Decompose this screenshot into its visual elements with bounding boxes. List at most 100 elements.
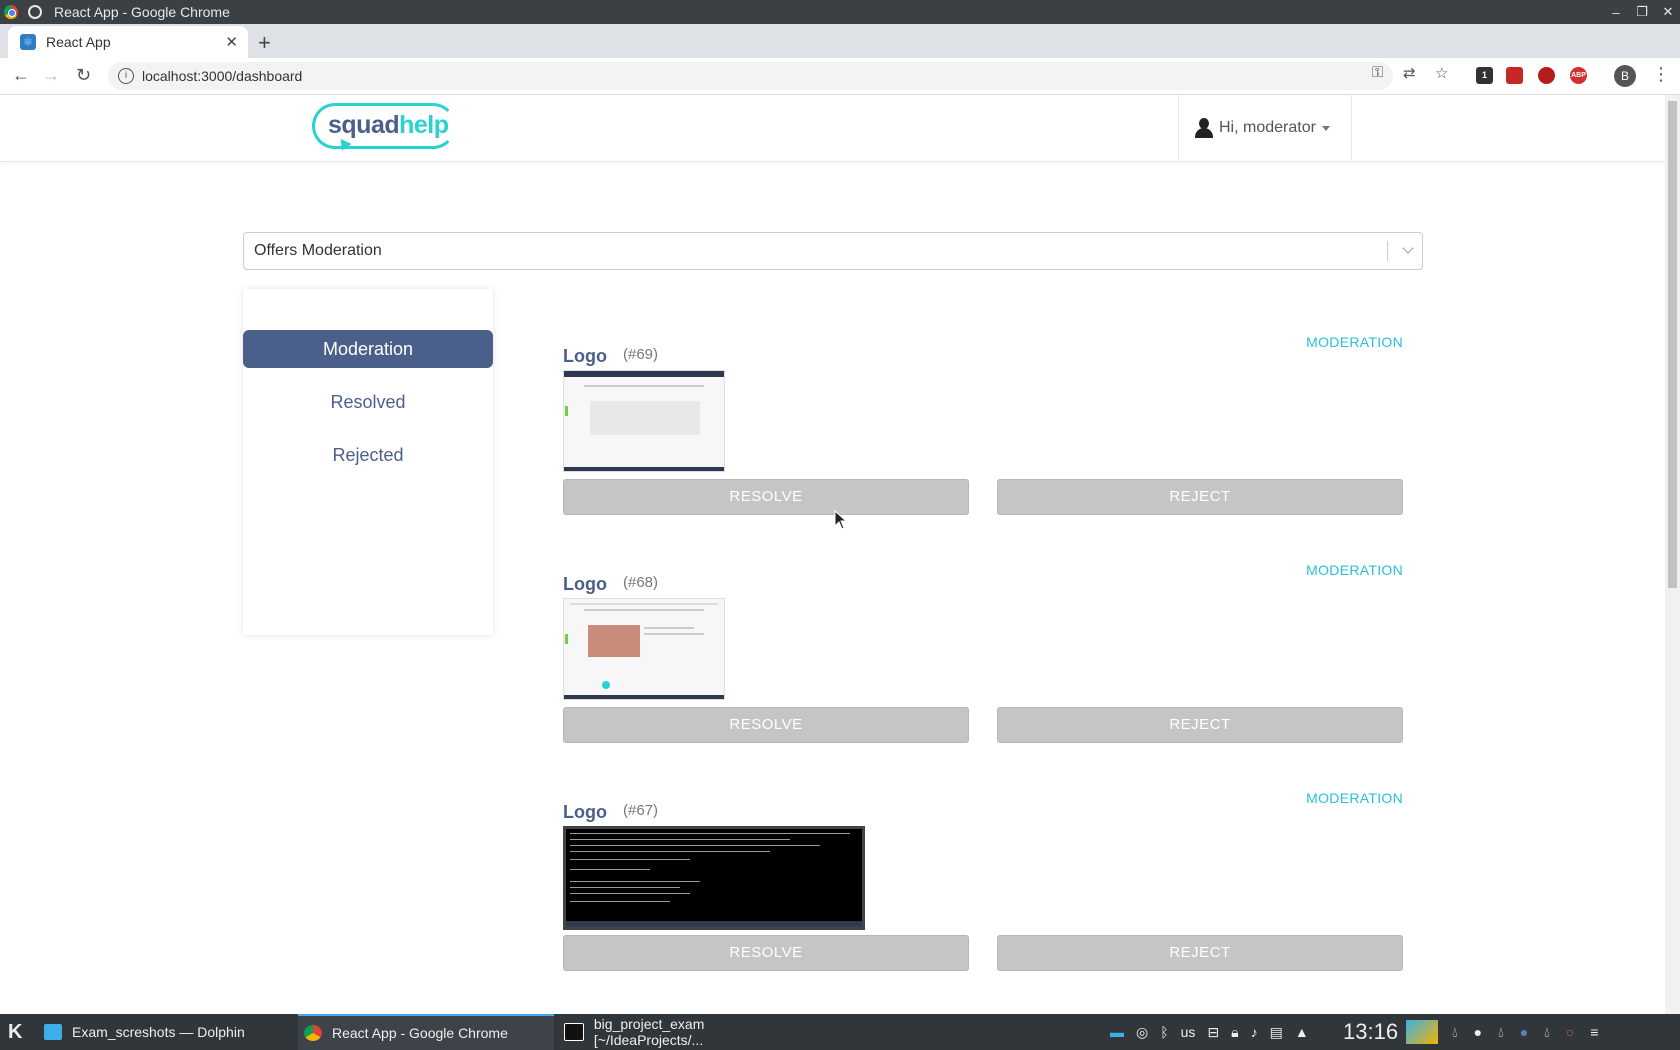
menu-icon[interactable]: ≡ <box>1590 1024 1598 1040</box>
droplet-icon[interactable]: 💧︎ <box>1544 1024 1550 1041</box>
thumb-line <box>644 633 704 635</box>
logo-text: squadhelp <box>328 111 449 140</box>
chrome-menu-icon[interactable]: ⋮ <box>1652 64 1670 85</box>
clock[interactable]: 13:16 <box>1343 1019 1398 1045</box>
droplet-icon[interactable]: 💧︎ <box>1498 1024 1504 1041</box>
sidebar-item-moderation[interactable]: Moderation <box>243 330 493 368</box>
forward-arrow-icon[interactable]: → <box>42 65 60 86</box>
thumb-line <box>584 609 704 611</box>
terminal-line <box>570 869 650 870</box>
bookmark-star-icon[interactable]: ☆ <box>1435 64 1448 82</box>
offer-status: MODERATION <box>1306 334 1403 350</box>
reject-button[interactable]: REJECT <box>997 707 1403 743</box>
thumb-marker <box>565 406 568 416</box>
thumb-header <box>564 371 724 377</box>
logo-text-squad: squad <box>328 111 400 139</box>
logo-text-help: help <box>399 111 449 139</box>
intellij-icon <box>564 1023 584 1041</box>
offer-id: (#67) <box>623 802 659 819</box>
bluetooth-icon[interactable]: ᛒ <box>1160 1024 1168 1040</box>
react-icon: ⚛ <box>20 34 36 50</box>
task-dolphin[interactable]: Exam_screshots — Dolphin <box>40 1014 292 1050</box>
translate-icon[interactable]: ⇄ <box>1403 64 1416 82</box>
system-tray: ▬ ◎ ᛒ us ⊟ 🔒︎ ♪ ▤ ▲ <box>1110 1014 1309 1050</box>
pdf-extension-icon[interactable] <box>1506 67 1523 84</box>
notes-icon[interactable]: ▬ <box>1110 1024 1124 1040</box>
resolve-button[interactable]: RESOLVE <box>563 479 969 515</box>
terminal-line <box>570 887 680 888</box>
key-icon[interactable]: ⚿ <box>1372 64 1383 81</box>
offer-card: Logo (#67) MODERATION RESOLVE REJECT <box>563 790 1403 1000</box>
resolve-button[interactable]: RESOLVE <box>563 935 969 971</box>
keyboard-layout[interactable]: us <box>1181 1024 1196 1040</box>
reject-button[interactable]: REJECT <box>997 935 1403 971</box>
reload-icon[interactable]: ↻ <box>76 65 91 86</box>
adblock-extension-icon[interactable]: ABP <box>1570 67 1587 84</box>
url-text[interactable]: localhost:3000/dashboard <box>142 68 302 84</box>
browser-tab[interactable]: ⚛ React App ✕ <box>8 26 248 58</box>
maximize-button[interactable]: ❐ <box>1634 4 1650 20</box>
window-titlebar: React App - Google Chrome – ❐ ✕ <box>0 0 1680 24</box>
mouse-cursor-icon <box>834 510 848 530</box>
offer-id: (#68) <box>623 574 659 591</box>
taskbar: K Exam_screshots — Dolphin React App - G… <box>0 1014 1680 1050</box>
chevron-down-icon[interactable] <box>1402 242 1414 254</box>
window-controls: – ❐ ✕ <box>1608 0 1676 24</box>
task-chrome[interactable]: React App - Google Chrome <box>298 1014 554 1050</box>
tray-expand-icon[interactable]: ▲ <box>1295 1024 1309 1040</box>
reject-button[interactable]: REJECT <box>997 479 1403 515</box>
terminal-statusbar <box>566 921 862 927</box>
droplet-icon[interactable]: 💧︎ <box>1452 1024 1458 1041</box>
minimize-button[interactable]: – <box>1608 5 1624 20</box>
offer-image[interactable] <box>563 370 725 472</box>
window-title: React App - Google Chrome <box>54 4 230 20</box>
page-scrollbar[interactable] <box>1665 95 1680 1014</box>
tab-strip: ⚛ React App ✕ + <box>0 24 1680 58</box>
user-icon <box>1195 118 1213 138</box>
close-window-button[interactable]: ✕ <box>1660 4 1676 20</box>
new-tab-button[interactable]: + <box>258 30 271 56</box>
task-intellij[interactable]: big_project_exam [~/IdeaProjects/... <box>560 1014 816 1050</box>
scrollbar-thumb[interactable] <box>1668 101 1677 588</box>
sidebar-item-resolved[interactable]: Resolved <box>243 383 493 421</box>
offer-image[interactable] <box>563 598 725 700</box>
page-viewport: squadhelp Hi, moderator Offers Moderatio… <box>0 95 1665 1014</box>
offer-status: MODERATION <box>1306 562 1403 578</box>
pin-icon[interactable] <box>28 5 42 19</box>
network-icon[interactable]: ⊟ <box>1207 1024 1219 1041</box>
address-bar[interactable]: i localhost:3000/dashboard <box>108 62 1393 90</box>
circle-icon[interactable]: ● <box>1520 1024 1528 1040</box>
sidebar-item-rejected[interactable]: Rejected <box>243 436 493 474</box>
offer-card: Logo (#68) MODERATION RESOLVE REJECT <box>563 562 1403 772</box>
select-separator <box>1387 241 1388 261</box>
back-arrow-icon[interactable]: ← <box>12 65 30 86</box>
offer-card: Logo (#69) MODERATION RESOLVE REJECT <box>563 334 1403 544</box>
download-extension-icon[interactable] <box>1538 67 1555 84</box>
mailbox-extension-icon[interactable]: 1 <box>1476 67 1493 84</box>
thumb-footer <box>564 467 724 471</box>
desktop-preview-icon[interactable] <box>1406 1020 1438 1044</box>
volume-icon[interactable]: ♪ <box>1251 1024 1258 1040</box>
squadhelp-logo[interactable]: squadhelp <box>312 103 456 154</box>
moderation-type-select[interactable]: Offers Moderation <box>243 232 1423 270</box>
resolve-button[interactable]: RESOLVE <box>563 707 969 743</box>
thumb-line <box>584 385 704 387</box>
user-menu[interactable]: Hi, moderator <box>1178 95 1352 161</box>
clipboard-icon[interactable]: ▤ <box>1270 1024 1283 1041</box>
kde-launcher-icon[interactable]: K <box>8 1021 22 1044</box>
site-info-icon[interactable]: i <box>118 68 134 84</box>
offer-type: Logo <box>563 574 607 594</box>
close-tab-icon[interactable]: ✕ <box>225 33 238 51</box>
lock-icon[interactable]: 🔒︎ <box>1231 1024 1238 1041</box>
offer-image[interactable] <box>563 826 865 930</box>
profile-avatar[interactable]: B <box>1614 65 1636 87</box>
thumb-table <box>590 401 700 435</box>
terminal-line <box>570 845 820 846</box>
ring-icon[interactable]: ○ <box>1566 1024 1574 1040</box>
thumb-footer <box>564 695 724 699</box>
updates-icon[interactable]: ◎ <box>1136 1024 1148 1041</box>
browser-toolbar: ← → ↻ i localhost:3000/dashboard ⚿ ⇄ ☆ 1… <box>0 58 1680 95</box>
circle-icon[interactable]: ● <box>1474 1024 1482 1040</box>
chrome-icon <box>304 1025 322 1041</box>
terminal-line <box>570 901 670 902</box>
